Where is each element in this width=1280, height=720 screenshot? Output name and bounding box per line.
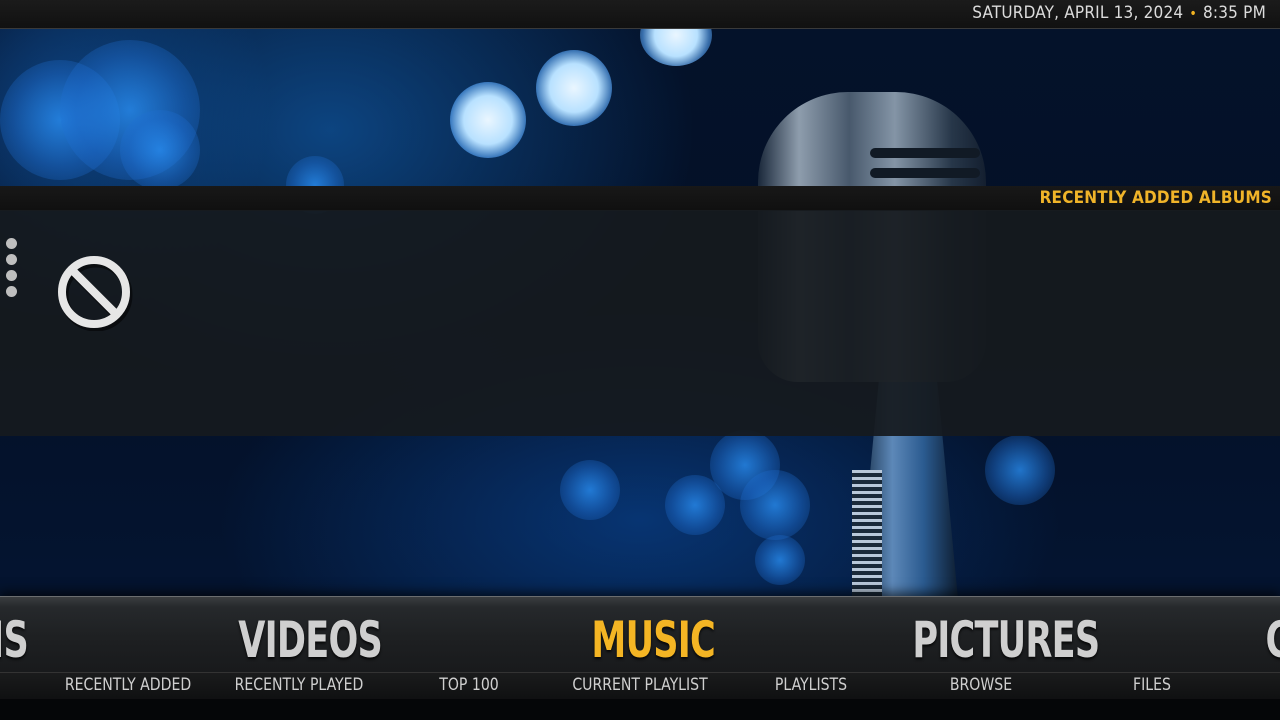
menu-item-partial-left[interactable]: IS: [0, 610, 29, 670]
no-content-icon: [58, 256, 133, 331]
submenu-browse[interactable]: BROWSE: [950, 675, 1012, 695]
time-label: 8:35 PM: [1202, 3, 1266, 23]
separator-dot: •: [1189, 6, 1197, 22]
submenu-files[interactable]: FILES: [1133, 675, 1171, 695]
menu-item-videos[interactable]: VIDEOS: [238, 610, 383, 670]
submenu-playlists[interactable]: PLAYLISTS: [775, 675, 847, 695]
clock: SATURDAY, APRIL 13, 2024 • 8:35 PM: [972, 3, 1266, 23]
submenu-current-playlist[interactable]: CURRENT PLAYLIST: [572, 675, 707, 695]
bottom-strip: [0, 699, 1280, 720]
top-bar: SATURDAY, APRIL 13, 2024 • 8:35 PM: [0, 0, 1280, 29]
date-label: SATURDAY, APRIL 13, 2024: [972, 3, 1184, 23]
submenu-recently-added[interactable]: RECENTLY ADDED: [65, 675, 191, 695]
recently-added-albums-panel[interactable]: [0, 210, 1280, 436]
menu-item-music[interactable]: MUSIC: [591, 610, 715, 670]
submenu-bar: RECENTLY ADDED RECENTLY PLAYED TOP 100 C…: [0, 672, 1280, 701]
vertical-dots-icon[interactable]: [6, 238, 18, 304]
menu-item-partial-right[interactable]: C: [1266, 610, 1280, 670]
menu-item-pictures[interactable]: PICTURES: [912, 610, 1100, 670]
submenu-top-100[interactable]: TOP 100: [439, 675, 498, 695]
section-title: RECENTLY ADDED ALBUMS: [1039, 188, 1272, 208]
section-header: RECENTLY ADDED ALBUMS: [0, 186, 1280, 211]
submenu-recently-played[interactable]: RECENTLY PLAYED: [235, 675, 364, 695]
